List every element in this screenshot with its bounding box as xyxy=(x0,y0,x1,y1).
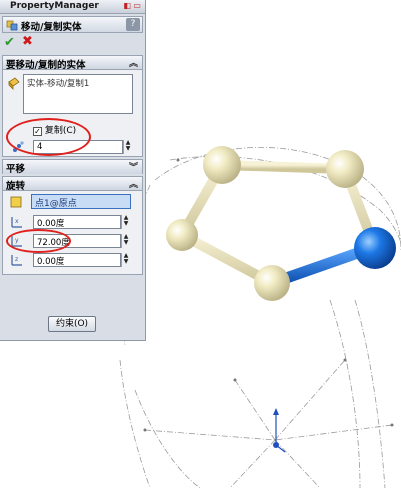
x-angle-spinner[interactable]: ▲ ▼ xyxy=(121,215,130,229)
collapse-up-icon[interactable]: ︽ xyxy=(129,177,138,190)
rotation-origin-icon xyxy=(10,196,22,208)
translate-group: 平移 ︾ xyxy=(2,159,143,175)
collapse-up-icon[interactable]: ︽ xyxy=(129,56,138,69)
x-angle-field[interactable]: 0.00度 xyxy=(33,215,121,229)
bodies-to-move-group: 要移动/复制的实体 ︽ 实体-移动/复制1 ✓ 复制(C) 4 ▲ ▼ xyxy=(2,55,143,157)
atom-sphere-selected xyxy=(354,227,396,269)
property-manager-panel: PropertyManager ◧ ▭ 移动/复制实体 ? ✔ ✖ 要移动/复制… xyxy=(0,0,146,341)
annotation-ellipse xyxy=(6,229,71,253)
svg-text:z: z xyxy=(15,256,18,263)
rotate-group-header[interactable]: 旋转 ︽ xyxy=(3,177,142,192)
bodies-group-header[interactable]: 要移动/复制的实体 ︽ xyxy=(3,56,142,71)
x-icon[interactable]: ✖ xyxy=(22,34,33,49)
body-selection-icon xyxy=(8,77,20,90)
ok-cancel-row: ✔ ✖ xyxy=(0,33,145,53)
svg-text:x: x xyxy=(15,218,19,225)
origin-triad-icon xyxy=(273,408,286,453)
check-icon[interactable]: ✔ xyxy=(4,35,15,50)
y-angle-spinner[interactable]: ▲ ▼ xyxy=(121,234,130,248)
panel-title: PropertyManager xyxy=(10,1,99,11)
z-angle-field[interactable]: 0.00度 xyxy=(33,253,121,267)
rotate-x-axis-icon: x xyxy=(11,217,22,228)
list-item[interactable]: 实体-移动/复制1 xyxy=(27,77,129,89)
rotate-group: 旋转 ︽ 点1@原点 x 0.00度 ▲ ▼ y 72.00度 ▲ ▼ z 0.00… xyxy=(2,176,143,275)
rotate-group-heading: 旋转 xyxy=(6,181,26,192)
panel-options-icon[interactable]: ◧ ▭ xyxy=(123,1,141,10)
annotation-ellipse xyxy=(6,118,91,156)
atom-sphere xyxy=(203,146,241,184)
translate-group-header[interactable]: 平移 ︾ xyxy=(3,160,142,175)
z-angle-spinner[interactable]: ▲ ▼ xyxy=(121,253,130,267)
move-copy-body-icon xyxy=(6,20,18,31)
atom-sphere xyxy=(326,150,364,188)
selected-bodies-list[interactable]: 实体-移动/复制1 xyxy=(23,74,133,114)
rotate-z-axis-icon: z xyxy=(11,255,22,266)
molecule-model[interactable] xyxy=(166,146,396,301)
feature-title-bar: 移动/复制实体 ? xyxy=(2,16,143,33)
atom-sphere xyxy=(166,219,198,251)
bodies-group-heading: 要移动/复制的实体 xyxy=(6,60,86,71)
constraints-button[interactable]: 约束(O) xyxy=(48,316,96,332)
copies-count-spinner[interactable]: ▲ ▼ xyxy=(123,140,132,154)
property-manager-header: PropertyManager ◧ ▭ xyxy=(0,0,145,14)
help-button[interactable]: ? xyxy=(126,18,140,31)
translate-group-heading: 平移 xyxy=(6,164,26,175)
feature-title: 移动/复制实体 xyxy=(21,22,82,33)
expand-down-icon[interactable]: ︾ xyxy=(129,160,138,173)
atom-sphere xyxy=(254,265,290,301)
rotation-origin-field[interactable]: 点1@原点 xyxy=(31,194,131,209)
